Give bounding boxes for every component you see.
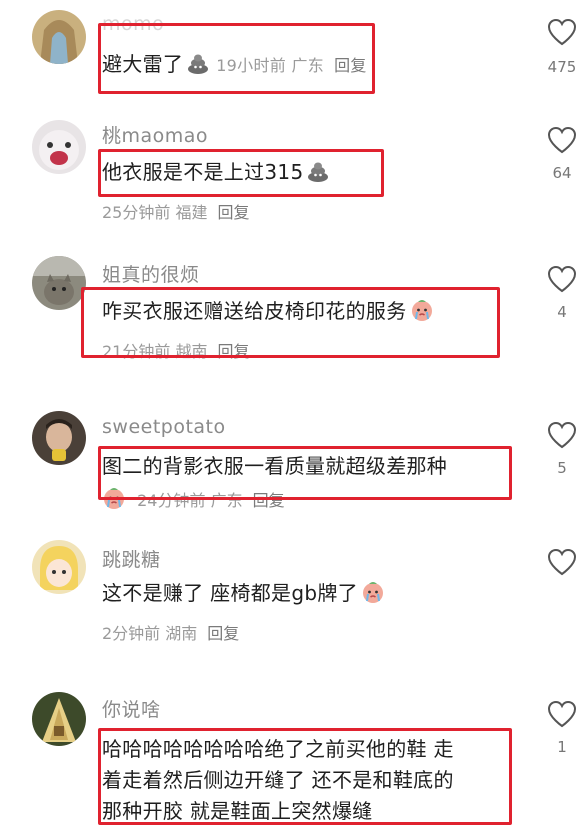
avatar[interactable] [32,10,86,64]
like-count: 475 [547,58,577,76]
avatar[interactable] [32,540,86,594]
avatar[interactable] [32,120,86,174]
crying-face-emoji-icon [361,580,385,604]
like-count: 64 [552,164,572,182]
like-button[interactable]: 1 [542,700,582,756]
comment-username[interactable]: 姐真的很烦 [102,260,200,287]
heart-icon [547,18,577,46]
comment-text-content: 他衣服是不是上过315 [102,160,304,184]
comment-meta: 21分钟前 越南 回复 [102,338,250,362]
comment-text-line: 哈哈哈哈哈哈哈哈绝了之前买他的鞋 走 [102,737,454,761]
comment-meta: 2分钟前 湖南 回复 [102,620,239,644]
comment-time: 25分钟前 [102,203,171,222]
comment-text: 图二的背影衣服一看质量就超级差那种 [102,451,447,482]
comment-time: 19小时前 [216,56,287,75]
poop-emoji-icon [186,51,210,75]
like-button[interactable]: 4 [542,265,582,321]
like-count: 4 [557,303,567,321]
comment-location: 广东 [210,491,243,510]
comment-text: 哈哈哈哈哈哈哈哈绝了之前买他的鞋 走 着走着然后侧边开缝了 还不是和鞋底的 那种… [102,734,454,827]
comment-username[interactable]: 你说啥 [102,695,161,722]
like-count: 5 [557,459,567,477]
comment-time: 24分钟前 [137,491,206,510]
comment-time: 21分钟前 [102,342,171,361]
comment-text: 咋买衣服还赠送给皮椅印花的服务 [102,296,434,327]
avatar[interactable] [32,411,86,465]
heart-icon [547,126,577,154]
avatar[interactable] [32,692,86,746]
reply-button[interactable]: 回复 [253,491,285,510]
comment-username[interactable]: 桃maomao [102,121,208,148]
crying-face-emoji-icon [410,298,434,322]
avatar[interactable] [32,256,86,310]
like-count: 1 [557,738,567,756]
comment-location: 广东 [291,56,325,75]
comment-text-content: 图二的背影衣服一看质量就超级差那种 [102,454,448,478]
comment-text-content: 咋买衣服还赠送给皮椅印花的服务 [102,299,407,323]
comment-username[interactable]: sweetpotato [102,416,226,438]
heart-icon [547,700,577,728]
comment-meta: 24分钟前 广东 回复 [102,486,285,511]
reply-button[interactable]: 回复 [207,624,239,643]
comment-text-line: 那种开胶 就是鞋面上突然爆缝 [102,799,373,823]
comment-location: 福建 [175,203,208,222]
comment-username[interactable]: momo [102,13,164,35]
like-button[interactable] [542,548,582,576]
comment-text: 避大雷了 19小时前 广东 回复 [102,49,367,81]
heart-icon [547,548,577,576]
comment-text: 他衣服是不是上过315 [102,157,330,188]
reply-button[interactable]: 回复 [217,203,249,222]
like-button[interactable]: 475 [542,18,582,76]
like-button[interactable]: 64 [542,126,582,182]
heart-icon [547,421,577,449]
comment-text-line: 着走着然后侧边开缝了 还不是和鞋底的 [102,768,454,792]
crying-face-emoji-icon [102,486,126,510]
reply-button[interactable]: 回复 [334,56,367,75]
reply-button[interactable]: 回复 [217,342,249,361]
heart-icon [547,265,577,293]
comment-location: 湖南 [165,624,198,643]
poop-emoji-icon [306,159,330,183]
comment-text-content: 这不是赚了 座椅都是gb牌了 [102,581,358,605]
comment-location: 越南 [175,342,208,361]
like-button[interactable]: 5 [542,421,582,477]
comment-meta: 19小时前 广东 回复 [216,56,366,75]
comment-text: 这不是赚了 座椅都是gb牌了 [102,578,385,609]
comment-text-content: 避大雷了 [102,52,184,76]
comment-time: 2分钟前 [102,624,161,643]
comment-meta: 25分钟前 福建 回复 [102,199,250,223]
comment-username[interactable]: 跳跳糖 [102,545,161,572]
